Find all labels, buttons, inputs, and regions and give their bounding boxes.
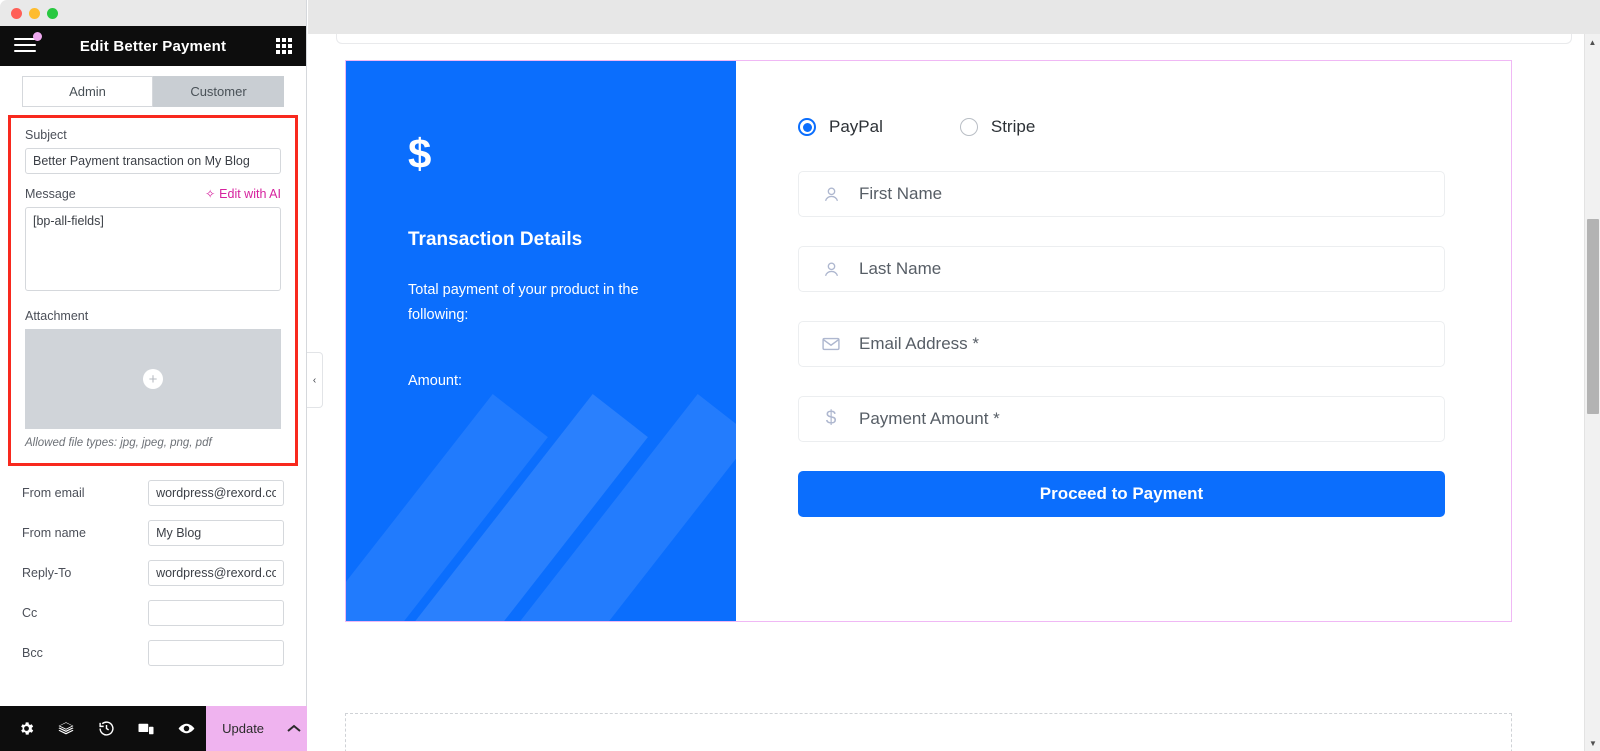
scrollbar-thumb[interactable] (1587, 219, 1599, 414)
panel-collapse-handle[interactable]: ‹ (307, 352, 323, 408)
scroll-up-arrow-icon[interactable]: ▲ (1585, 34, 1600, 50)
first-name-field[interactable]: First Name (798, 171, 1445, 217)
payment-widget[interactable]: $ Transaction Details Total payment of y… (345, 60, 1512, 622)
transaction-details-body: Total payment of your product in the fol… (408, 282, 639, 324)
tab-admin[interactable]: Admin (22, 76, 153, 107)
from-name-label: From name (22, 526, 86, 540)
gear-icon[interactable] (6, 706, 46, 751)
preview-eye-icon[interactable] (166, 706, 206, 751)
field-row-cc: Cc (22, 600, 284, 626)
update-button[interactable]: Update (206, 706, 281, 751)
page-title: Edit Better Payment (79, 37, 227, 55)
subject-label: Subject (25, 128, 67, 142)
attachment-label: Attachment (25, 309, 89, 323)
radio-indicator-icon (798, 118, 816, 136)
scroll-down-arrow-icon[interactable]: ▼ (1585, 735, 1600, 751)
window-minimize-button[interactable] (29, 7, 40, 19)
window-close-button[interactable] (11, 7, 22, 19)
payment-amount-field[interactable]: $ Payment Amount * (798, 396, 1445, 442)
hamburger-icon[interactable] (14, 32, 42, 54)
bcc-label: Bcc (22, 646, 43, 660)
transaction-details-heading: Transaction Details (408, 229, 583, 250)
proceed-to-payment-button[interactable]: Proceed to Payment (798, 471, 1445, 517)
payment-amount-placeholder: Payment Amount * (859, 409, 1000, 428)
from-email-label: From email (22, 486, 85, 500)
email-address-placeholder: Email Address * (859, 334, 979, 353)
last-name-field[interactable]: Last Name (798, 246, 1445, 292)
field-row-bcc: Bcc (22, 640, 284, 666)
radio-paypal[interactable]: PayPal (798, 117, 883, 137)
sparkles-icon: ✧ (205, 187, 216, 201)
cc-label: Cc (22, 606, 38, 620)
email-address-field[interactable]: Email Address * (798, 321, 1445, 367)
bcc-input[interactable] (148, 640, 284, 666)
radio-indicator-icon (959, 118, 978, 136)
canvas-drop-area[interactable] (345, 713, 1512, 751)
first-name-placeholder: First Name (859, 184, 943, 203)
cc-input[interactable] (148, 600, 284, 626)
subject-input[interactable] (25, 148, 281, 174)
panel-tabs: Admin Customer (0, 66, 306, 115)
payment-form-pane: PayPal Stripe First Name Last Name Email… (736, 61, 1511, 621)
editor-panel: Edit Better Payment Admin Customer Subje… (0, 0, 307, 751)
plus-icon[interactable]: + (143, 369, 163, 389)
window-titlebar (0, 0, 306, 26)
edit-with-ai-label: Edit with AI (219, 187, 281, 201)
canvas-top-strip (308, 0, 1600, 34)
apps-grid-icon[interactable] (276, 38, 292, 54)
user-icon (821, 184, 841, 204)
message-label-row: Message ✧ Edit with AI (25, 187, 281, 201)
attachment-dropzone[interactable]: + (25, 329, 281, 429)
message-label: Message (25, 187, 76, 201)
app-root: Edit Better Payment Admin Customer Subje… (0, 0, 1600, 751)
panel-header: Edit Better Payment (0, 26, 306, 66)
chevron-up-icon[interactable] (280, 706, 307, 751)
responsive-mode-icon[interactable] (126, 706, 166, 751)
field-row-reply-to: Reply-To (22, 560, 284, 586)
reply-to-label: Reply-To (22, 566, 72, 580)
sender-fields: From email From name Reply-To Cc Bcc (0, 466, 306, 666)
panel-scroll-area: Subject Message ✧ Edit with AI Attachmen… (0, 115, 306, 751)
canvas-scrollbar[interactable]: ▲ ▼ (1584, 34, 1600, 751)
radio-stripe[interactable]: Stripe (959, 117, 1036, 137)
above-widget-stub (336, 34, 1572, 44)
editor-canvas: $ Transaction Details Total payment of y… (308, 0, 1600, 751)
from-email-input[interactable] (148, 480, 284, 506)
dollar-icon: $ (825, 408, 837, 429)
edit-with-ai-button[interactable]: ✧ Edit with AI (205, 187, 281, 201)
allowed-file-types-text: Allowed file types: jpg, jpeg, png, pdf (25, 437, 212, 449)
panel-footer: Update (0, 706, 307, 751)
history-icon[interactable] (86, 706, 126, 751)
from-name-input[interactable] (148, 520, 284, 546)
radio-paypal-label: PayPal (829, 117, 883, 136)
dollar-sign-icon: $ (408, 130, 432, 177)
radio-stripe-label: Stripe (990, 117, 1036, 136)
notification-dot-icon (33, 32, 42, 41)
field-row-from-email: From email (22, 480, 284, 506)
transaction-details-pane: $ Transaction Details Total payment of y… (346, 61, 736, 621)
last-name-placeholder: Last Name (859, 259, 942, 278)
payment-method-group: PayPal Stripe (798, 117, 1445, 137)
message-textarea[interactable] (25, 207, 281, 291)
user-icon (821, 259, 841, 279)
envelope-icon (821, 334, 841, 354)
tab-customer[interactable]: Customer (153, 76, 284, 107)
amount-label: Amount: (408, 372, 462, 389)
window-maximize-button[interactable] (47, 7, 58, 19)
field-row-from-name: From name (22, 520, 284, 546)
footer-tools (0, 706, 206, 751)
layers-icon[interactable] (46, 706, 86, 751)
reply-to-input[interactable] (148, 560, 284, 586)
email-settings-highlight: Subject Message ✧ Edit with AI Attachmen… (8, 115, 298, 466)
